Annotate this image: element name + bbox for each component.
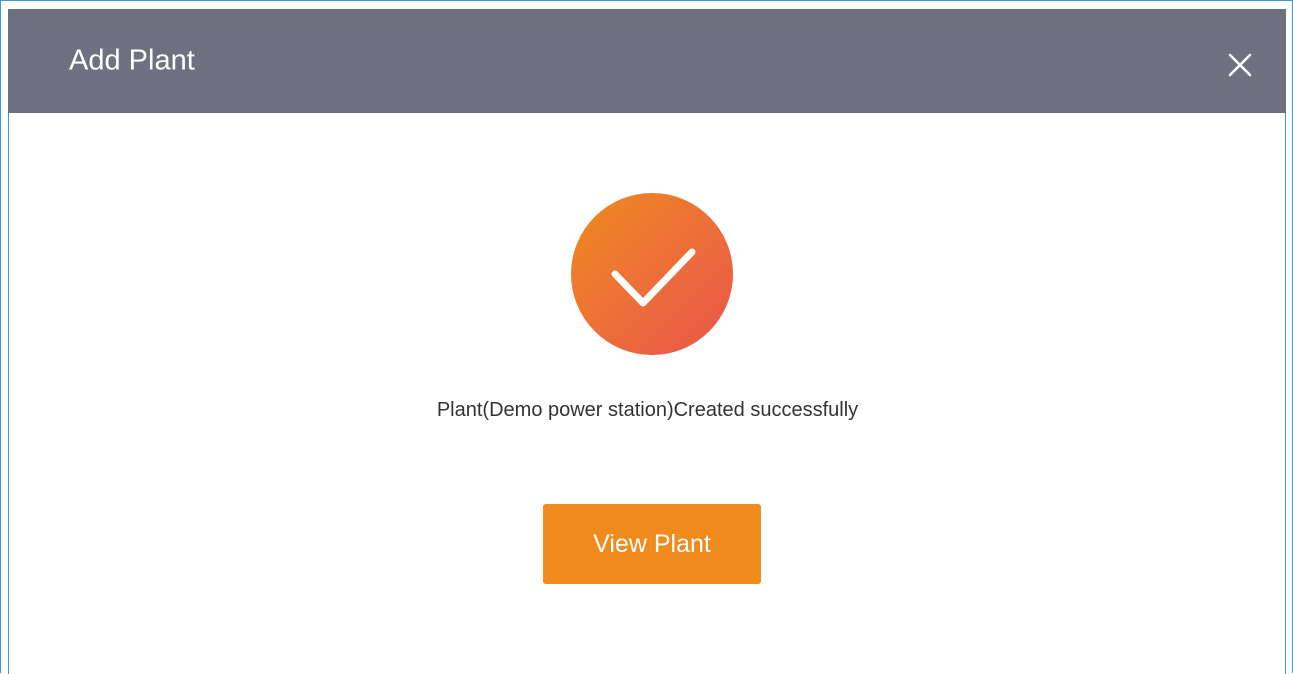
view-plant-button[interactable]: View Plant	[543, 504, 761, 584]
checkmark-icon	[611, 248, 696, 307]
dialog-border-left	[8, 113, 9, 674]
success-badge	[571, 193, 733, 355]
add-plant-dialog: Add Plant Plant(Demo power station)Creat…	[0, 0, 1293, 674]
close-icon	[1228, 53, 1252, 77]
dialog-header: Add Plant	[8, 9, 1286, 113]
success-message: Plant(Demo power station)Created success…	[436, 399, 859, 421]
dialog-border-right	[1285, 113, 1286, 674]
dialog-title: Add Plant	[69, 44, 195, 77]
close-button[interactable]	[1224, 49, 1256, 81]
